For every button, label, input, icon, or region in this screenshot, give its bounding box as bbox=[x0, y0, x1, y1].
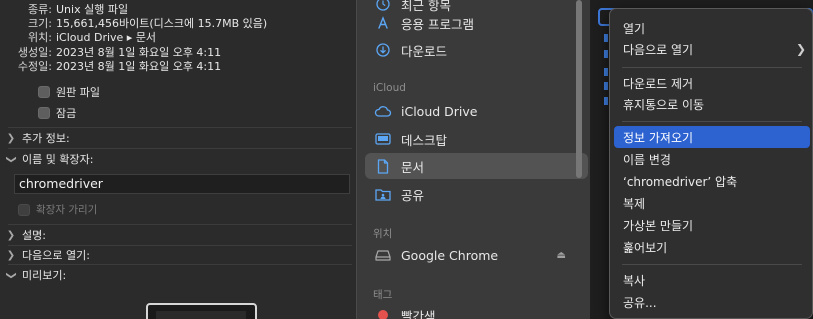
sidebar-item-google-chrome-label: Google Chrome bbox=[401, 247, 499, 263]
sidebar-item-documents-label: 문서 bbox=[401, 159, 425, 175]
meta-where-value: iCloud Drive ▸ 문서 bbox=[56, 31, 157, 44]
download-icon bbox=[373, 42, 393, 58]
finder-sidebar: 최근 항목 응용 프로그램 다운로드 iCloud iCloud Drive 데… bbox=[356, 0, 590, 319]
shared-folder-icon bbox=[373, 186, 393, 202]
meta-kind-key: 종류: bbox=[28, 3, 52, 16]
chevron-right-icon[interactable]: ❯ bbox=[0, 230, 22, 241]
meta-size-value: 15,661,456바이트(디스크에 15.7MB 있음) bbox=[56, 17, 268, 30]
section-open-with[interactable]: ❯ 다음으로 열기: bbox=[0, 246, 356, 264]
menu-separator bbox=[622, 264, 802, 265]
stationery-checkbox[interactable]: 원판 파일 bbox=[38, 84, 100, 100]
chevron-right-icon[interactable]: ❯ bbox=[0, 250, 22, 261]
sidebar-item-icloud-drive[interactable]: iCloud Drive bbox=[365, 98, 588, 124]
menu-item-make-alias[interactable]: 가상본 만들기 bbox=[614, 214, 810, 236]
menu-item-copy[interactable]: 복사 bbox=[614, 269, 810, 291]
meta-size-key: 크기: bbox=[28, 17, 52, 30]
hide-extension-checkbox-box bbox=[18, 203, 30, 216]
chevron-right-icon: ❯ bbox=[795, 42, 806, 56]
desktop-icon bbox=[373, 131, 393, 147]
filename-field[interactable]: chromedriver bbox=[14, 174, 350, 194]
meta-kind: 종류: Unix 실행 파일 bbox=[0, 1, 128, 16]
section-more-info-label: 추가 정보: bbox=[22, 132, 70, 145]
menu-item-compress[interactable]: ‘chromedriver’ 압축 bbox=[614, 170, 810, 192]
menu-item-rename[interactable]: 이름 변경 bbox=[614, 148, 810, 170]
sidebar-item-downloads-label: 다운로드 bbox=[401, 43, 448, 59]
divider bbox=[8, 127, 352, 128]
red-tag-icon bbox=[373, 307, 393, 319]
divider bbox=[8, 148, 352, 149]
sidebar-item-documents[interactable]: 문서 bbox=[365, 153, 588, 179]
meta-modified-key: 수정일: bbox=[17, 60, 52, 73]
drive-icon bbox=[373, 247, 393, 263]
sidebar-item-downloads[interactable]: 다운로드 bbox=[365, 37, 588, 63]
stationery-label: 원판 파일 bbox=[56, 86, 100, 99]
sidebar-item-google-chrome[interactable]: Google Chrome ⏏ bbox=[365, 242, 588, 268]
menu-item-quick-look[interactable]: 훑어보기 bbox=[614, 236, 810, 258]
locked-checkbox[interactable]: 잠금 bbox=[38, 105, 76, 121]
context-menu: 열기 다음으로 열기 ❯ 다운로드 제거 휴지통으로 이동 정보 가져오기 이름… bbox=[609, 8, 813, 319]
applications-icon bbox=[373, 15, 393, 31]
section-preview[interactable]: ❯ 미리보기: bbox=[0, 266, 356, 284]
file-row-marker bbox=[604, 50, 608, 58]
chevron-right-icon[interactable]: ❯ bbox=[0, 133, 22, 144]
chevron-down-icon[interactable]: ❯ bbox=[6, 148, 17, 170]
chevron-down-icon[interactable]: ❯ bbox=[6, 264, 17, 286]
meta-created: 생성일: 2023년 8월 1일 화요일 오후 4:11 bbox=[0, 44, 221, 59]
meta-where-key: 위치: bbox=[28, 31, 52, 44]
section-comments-label: 설명: bbox=[22, 229, 46, 242]
sidebar-section-locations: 위치 bbox=[373, 228, 393, 240]
sidebar-item-shared[interactable]: 공유 bbox=[365, 181, 588, 207]
sidebar-item-tag-red[interactable]: 빨간색 bbox=[365, 302, 588, 319]
locked-label: 잠금 bbox=[56, 107, 77, 120]
sidebar-item-desktop-label: 데스크탑 bbox=[401, 132, 448, 148]
meta-modified-value: 2023년 8월 1일 화요일 오후 4:11 bbox=[56, 60, 222, 73]
sidebar-item-applications[interactable]: 응용 프로그램 bbox=[365, 10, 588, 36]
sidebar-section-tags: 태그 bbox=[373, 289, 393, 301]
stationery-checkbox-box[interactable] bbox=[38, 86, 50, 98]
hide-extension-checkbox: 확장자 가리기 bbox=[18, 202, 97, 217]
meta-modified: 수정일: 2023년 8월 1일 화요일 오후 4:11 bbox=[0, 58, 221, 73]
menu-item-share[interactable]: 공유... bbox=[614, 291, 810, 313]
meta-created-value: 2023년 8월 1일 화요일 오후 4:11 bbox=[56, 46, 222, 59]
menu-item-duplicate[interactable]: 복제 bbox=[614, 192, 810, 214]
cloud-icon bbox=[373, 103, 393, 119]
meta-kind-value: Unix 실행 파일 bbox=[56, 3, 129, 16]
section-name-extension[interactable]: ❯ 이름 및 확장자: bbox=[0, 150, 356, 168]
meta-size: 크기: 15,661,456바이트(디스크에 15.7MB 있음) bbox=[0, 15, 267, 30]
get-info-panel: 종류: Unix 실행 파일 크기: 15,661,456바이트(디스크에 15… bbox=[0, 0, 356, 319]
menu-item-open[interactable]: 열기 bbox=[614, 17, 810, 39]
eject-icon[interactable]: ⏏ bbox=[557, 250, 566, 261]
menu-separator bbox=[622, 67, 802, 68]
section-open-with-label: 다음으로 열기: bbox=[22, 249, 90, 262]
preview-thumbnail bbox=[146, 303, 257, 319]
menu-item-get-info[interactable]: 정보 가져오기 bbox=[614, 126, 810, 148]
menu-item-remove-download[interactable]: 다운로드 제거 bbox=[614, 72, 810, 94]
menu-separator bbox=[622, 121, 802, 122]
menu-item-open-with[interactable]: 다음으로 열기 ❯ bbox=[614, 38, 810, 60]
section-name-extension-label: 이름 및 확장자: bbox=[22, 153, 94, 166]
file-row-marker bbox=[604, 82, 608, 90]
sidebar-item-applications-label: 응용 프로그램 bbox=[401, 16, 474, 32]
sidebar-item-desktop[interactable]: 데스크탑 bbox=[365, 126, 588, 152]
file-row-marker bbox=[604, 68, 608, 76]
sidebar-item-icloud-drive-label: iCloud Drive bbox=[401, 103, 478, 119]
sidebar-scrollbar[interactable] bbox=[576, 0, 582, 178]
sidebar-item-tag-red-label: 빨간색 bbox=[401, 308, 436, 319]
divider bbox=[8, 264, 352, 265]
file-row-marker bbox=[604, 97, 608, 105]
meta-where: 위치: iCloud Drive ▸ 문서 bbox=[0, 29, 156, 44]
hide-extension-label: 확장자 가리기 bbox=[36, 204, 98, 216]
sidebar-section-icloud: iCloud bbox=[373, 82, 406, 94]
meta-created-key: 생성일: bbox=[17, 46, 52, 59]
divider bbox=[8, 224, 352, 225]
file-row-marker bbox=[604, 34, 608, 42]
document-icon bbox=[373, 158, 393, 174]
sidebar-item-shared-label: 공유 bbox=[401, 187, 425, 203]
menu-item-open-with-label: 다음으로 열기 bbox=[623, 42, 694, 57]
section-preview-label: 미리보기: bbox=[22, 269, 67, 282]
menu-item-move-to-trash[interactable]: 휴지통으로 이동 bbox=[614, 93, 810, 115]
section-more-info[interactable]: ❯ 추가 정보: bbox=[0, 129, 356, 147]
section-comments[interactable]: ❯ 설명: bbox=[0, 226, 356, 244]
locked-checkbox-box[interactable] bbox=[38, 107, 50, 119]
